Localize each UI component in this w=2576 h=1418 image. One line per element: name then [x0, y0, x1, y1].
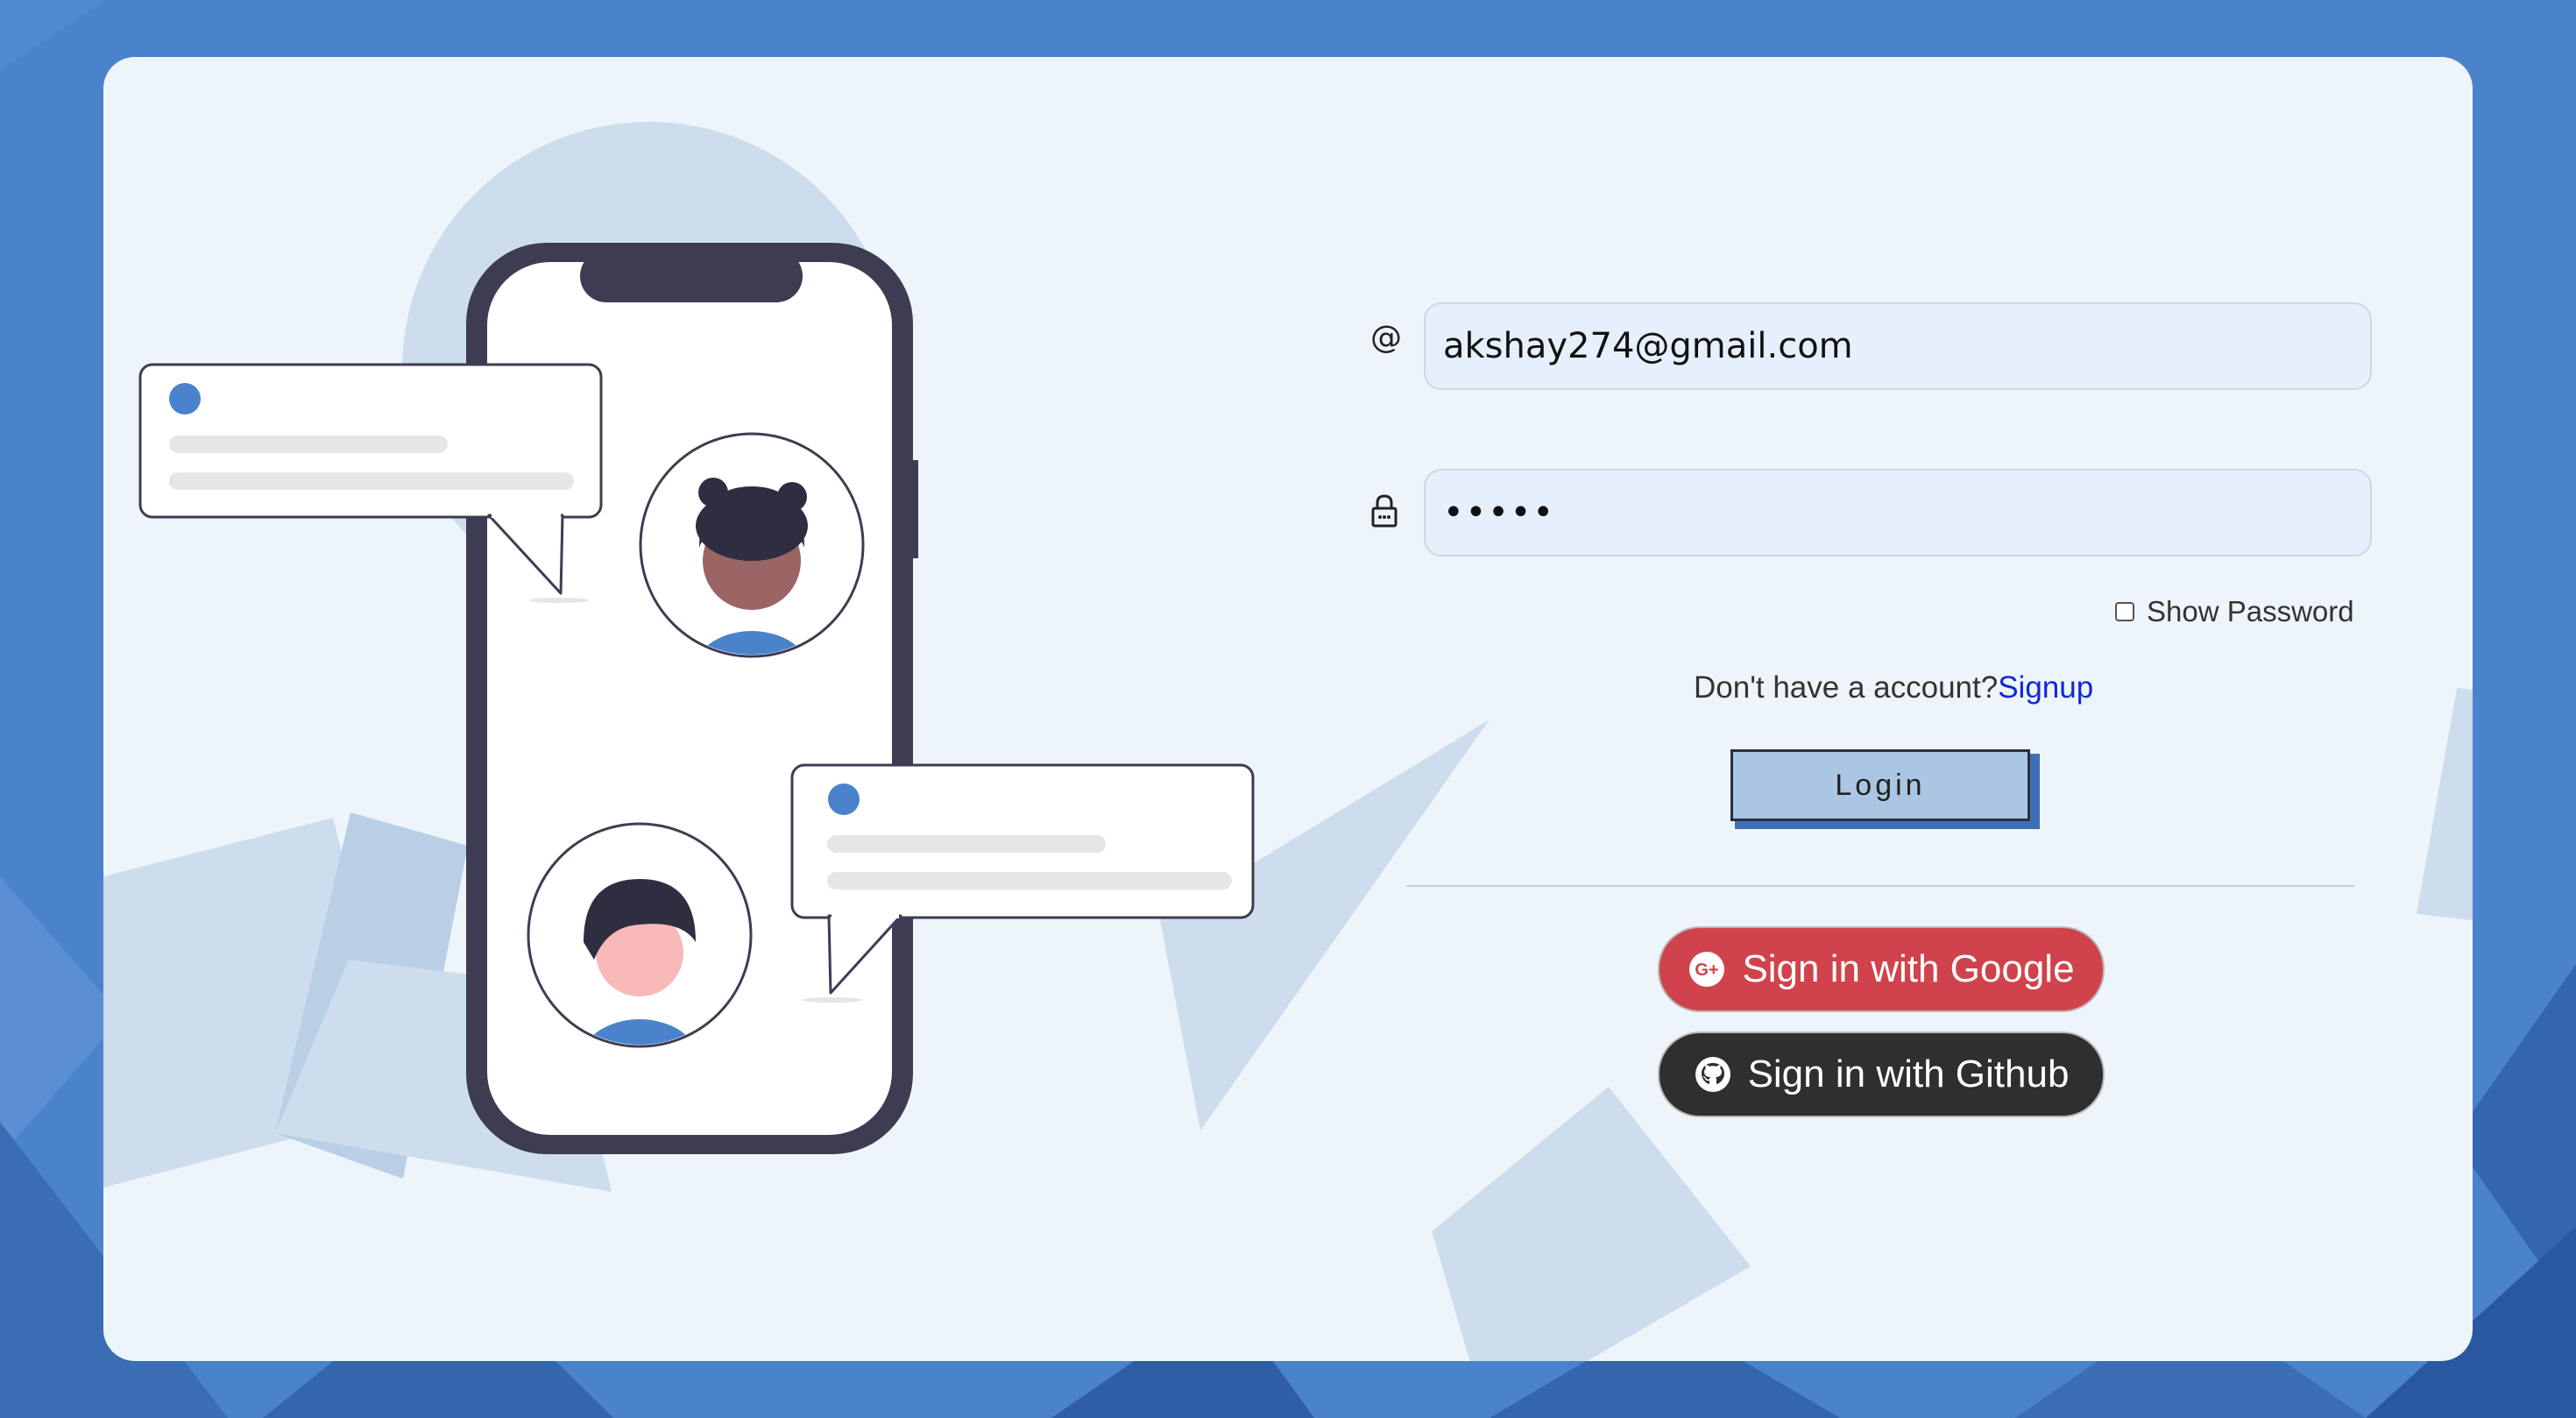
lock-icon	[1370, 493, 1398, 528]
login-button[interactable]: Login	[1730, 749, 2030, 821]
github-signin-button[interactable]: Sign in with Github	[1658, 1032, 2105, 1117]
show-password-toggle[interactable]: Show Password	[2115, 595, 2354, 628]
login-card: @ Show Password Don't have a account?Sig…	[103, 57, 2473, 1361]
login-form: @ Show Password Don't have a account?Sig…	[103, 57, 2473, 1361]
show-password-label: Show Password	[2147, 595, 2354, 627]
google-signin-button[interactable]: G+ Sign in with Google	[1658, 926, 2105, 1012]
show-password-checkbox[interactable]	[2115, 602, 2134, 621]
at-sign-icon: @	[1370, 320, 1402, 356]
github-signin-label: Sign in with Github	[1747, 1053, 2070, 1095]
svg-text:G+: G+	[1695, 961, 1719, 980]
signup-prompt: Don't have a account?Signup	[1694, 670, 2093, 705]
email-input[interactable]	[1424, 302, 2372, 390]
google-plus-icon: G+	[1688, 950, 1726, 989]
signup-link[interactable]: Signup	[1998, 670, 2093, 705]
github-icon	[1694, 1055, 1732, 1094]
divider	[1406, 885, 2354, 887]
signup-prompt-text: Don't have a account?	[1694, 670, 1999, 705]
password-input[interactable]	[1424, 469, 2372, 557]
google-signin-label: Sign in with Google	[1742, 947, 2075, 990]
